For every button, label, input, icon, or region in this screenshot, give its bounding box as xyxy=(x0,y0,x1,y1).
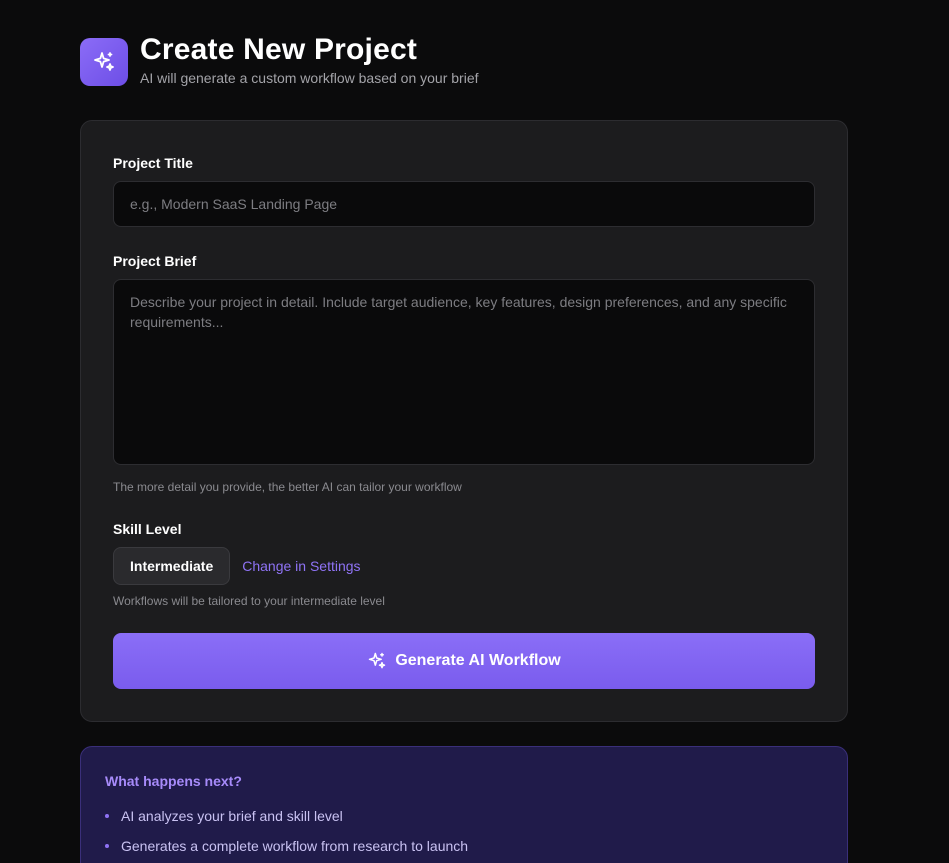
header-text: Create New Project AI will generate a cu… xyxy=(140,33,479,87)
list-item: Generates a complete workflow from resea… xyxy=(105,831,468,861)
generate-workflow-button[interactable]: Generate AI Workflow xyxy=(113,633,815,689)
page-title: Create New Project xyxy=(140,33,418,66)
create-project-page: Create New Project AI will generate a cu… xyxy=(0,0,949,863)
brief-helper-text: The more detail you provide, the better … xyxy=(113,480,462,494)
sparkles-icon xyxy=(367,651,387,671)
list-item-text: AI analyzes your brief and skill level xyxy=(121,808,343,824)
info-title: What happens next? xyxy=(105,773,242,789)
page-header: Create New Project AI will generate a cu… xyxy=(80,33,479,87)
generate-button-label: Generate AI Workflow xyxy=(395,652,561,669)
list-item: AI analyzes your brief and skill level xyxy=(105,801,468,831)
project-brief-label: Project Brief xyxy=(113,253,197,269)
project-brief-textarea[interactable] xyxy=(113,279,815,465)
bullet-icon xyxy=(105,814,109,818)
skill-level-row: Intermediate Change in Settings xyxy=(113,547,361,585)
sparkles-icon xyxy=(80,38,128,86)
info-list: AI analyzes your brief and skill level G… xyxy=(105,801,468,861)
skill-level-label: Skill Level xyxy=(113,521,182,537)
project-title-input[interactable] xyxy=(113,181,815,227)
skill-level-badge: Intermediate xyxy=(113,547,231,585)
skill-helper-text: Workflows will be tailored to your inter… xyxy=(113,594,385,608)
list-item-text: Generates a complete workflow from resea… xyxy=(121,838,469,854)
project-title-label: Project Title xyxy=(113,155,193,171)
page-subtitle: AI will generate a custom workflow based… xyxy=(140,70,479,86)
project-form-card: Project Title Project Brief The more det… xyxy=(80,120,848,722)
change-in-settings-link[interactable]: Change in Settings xyxy=(242,558,360,574)
what-happens-next-card: What happens next? AI analyzes your brie… xyxy=(80,746,848,863)
bullet-icon xyxy=(105,844,109,848)
